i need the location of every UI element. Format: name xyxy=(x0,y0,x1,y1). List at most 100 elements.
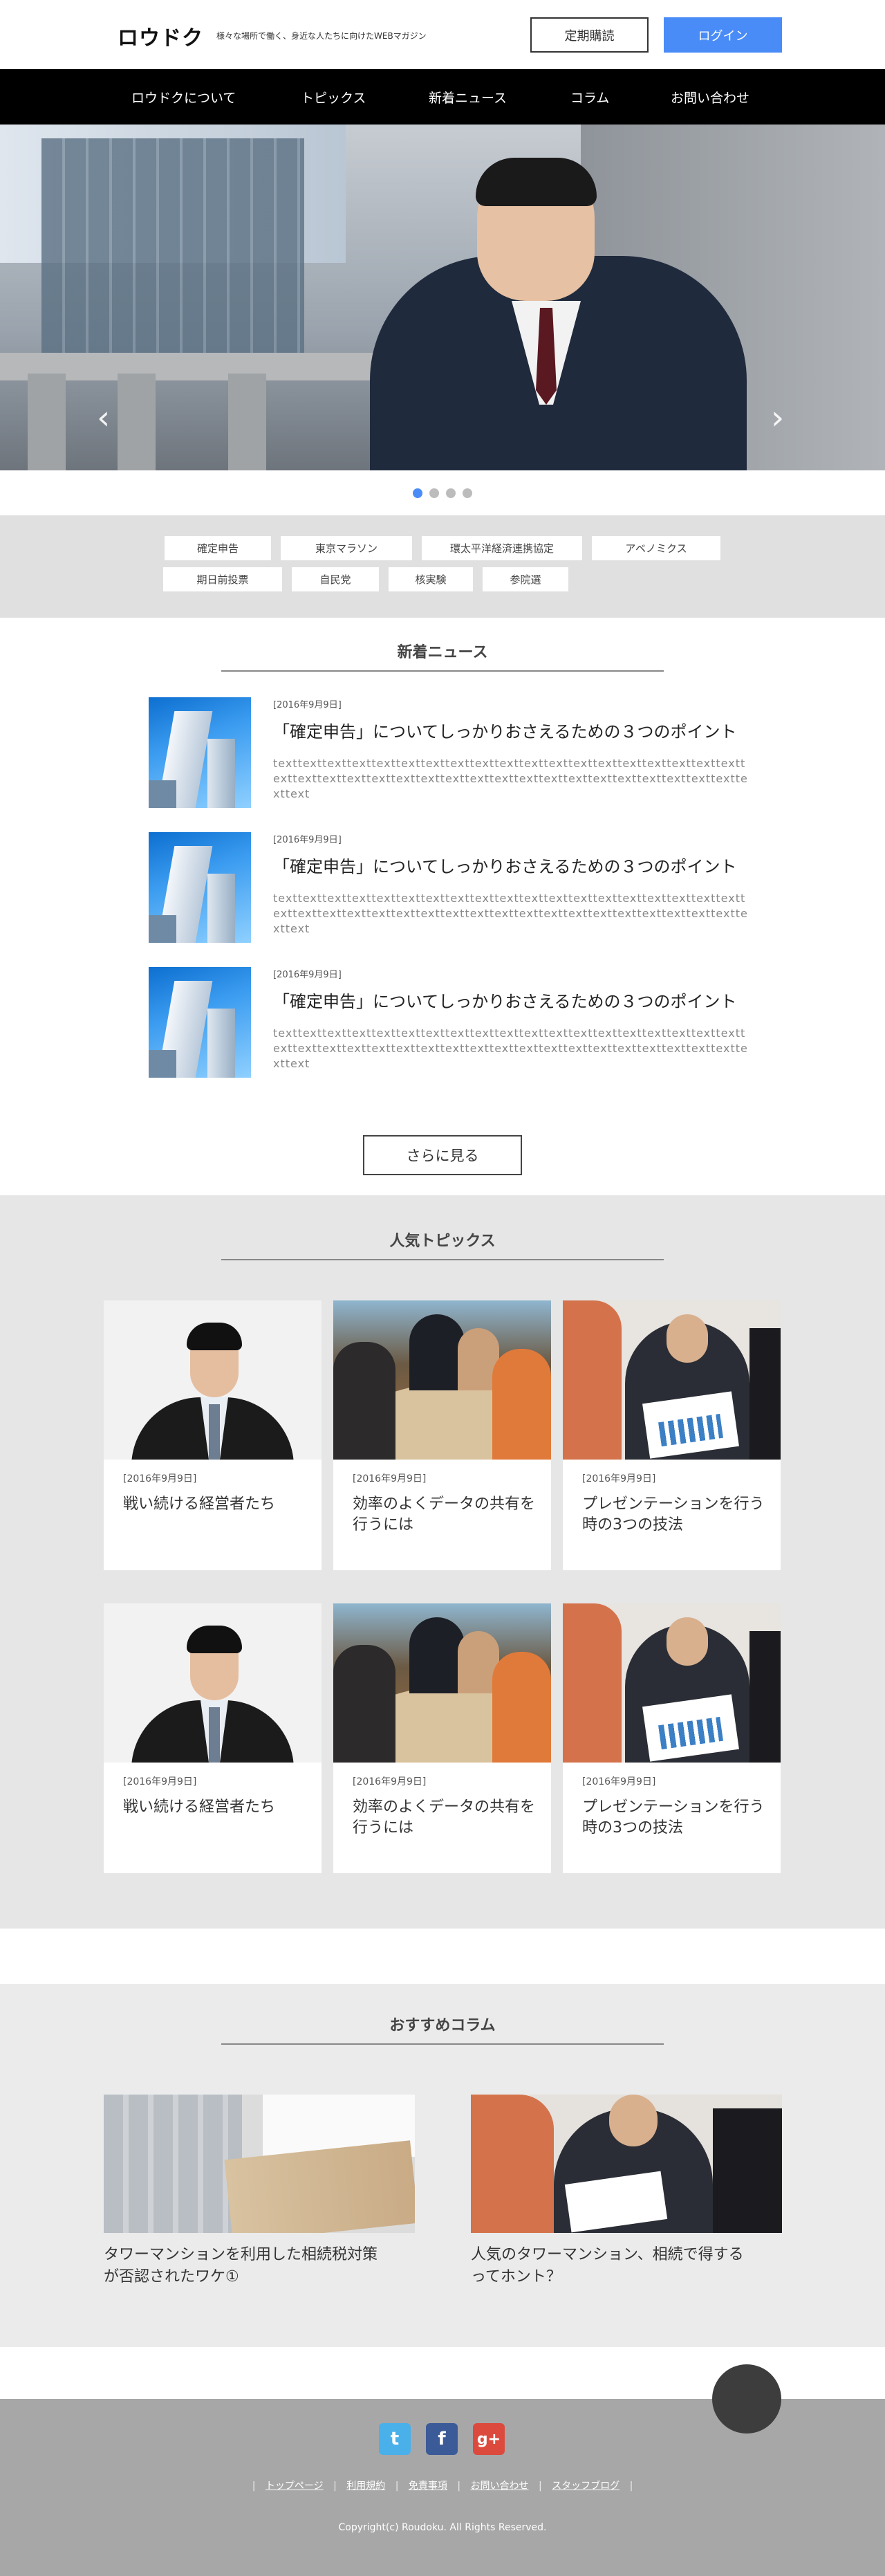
topic-card[interactable]: [2016年9月9日] 戦い続ける経営者たち xyxy=(104,1300,322,1570)
nav-item-contact[interactable]: お問い合わせ xyxy=(671,88,749,107)
news-title[interactable]: 「確定申告」についてしっかりおさえるための３つのポイント xyxy=(273,988,737,1012)
social-links: t f g+ xyxy=(379,2423,505,2455)
news-item[interactable]: [2016年9月9日] 「確定申告」についてしっかりおさえるための３つのポイント… xyxy=(149,967,750,1078)
site-logo[interactable]: ロウドク xyxy=(118,21,203,51)
keyword-tags: 確定申告 東京マラソン 環太平洋経済連携協定 アベノミクス 期日前投票 自民党 … xyxy=(0,515,885,618)
slider-dot[interactable] xyxy=(463,488,472,498)
slider-dot[interactable] xyxy=(446,488,456,498)
topic-date: [2016年9月9日] xyxy=(353,1776,427,1787)
site-header: ロウドク 様々な場所で働く、身近な人たちに向けたWEBマガジン 定期購読 ログイ… xyxy=(0,0,885,69)
hero-column xyxy=(228,374,266,470)
column-card[interactable]: 人気のタワーマンション、相続で得するってホント？ xyxy=(471,2095,782,2288)
topic-card[interactable]: [2016年9月9日] 戦い続ける経営者たち xyxy=(104,1603,322,1873)
topic-card[interactable]: [2016年9月9日] 効率のよくデータの共有を行うには xyxy=(333,1603,551,1873)
news-title[interactable]: 「確定申告」についてしっかりおさえるための３つのポイント xyxy=(273,853,737,877)
heading-divider xyxy=(221,2043,664,2045)
nav-item-about[interactable]: ロウドクについて xyxy=(131,88,301,107)
topic-date: [2016年9月9日] xyxy=(123,1776,197,1787)
topic-image[interactable] xyxy=(104,1300,322,1460)
tag[interactable]: アベノミクス xyxy=(592,536,720,560)
footer-links: | トップページ | 利用規約 | 免責事項 | お問い合わせ | スタッフブロ… xyxy=(252,2481,633,2492)
tag[interactable]: 参院選 xyxy=(483,567,568,591)
news-date: [2016年9月9日] xyxy=(273,835,342,845)
tag[interactable]: 核実験 xyxy=(389,567,473,591)
footer-link-top[interactable]: トップページ xyxy=(266,2481,324,2492)
footer-link-contact[interactable]: お問い合わせ xyxy=(470,2481,528,2492)
slider-next-icon[interactable]: › xyxy=(771,401,784,434)
news-thumbnail[interactable] xyxy=(149,832,251,943)
topic-image[interactable] xyxy=(333,1300,551,1460)
hero-column xyxy=(28,374,66,470)
columns-heading: おすすめコラム xyxy=(389,2017,496,2034)
heading-divider xyxy=(221,670,664,672)
topic-date: [2016年9月9日] xyxy=(582,1776,656,1787)
topic-image[interactable] xyxy=(104,1603,322,1763)
slider-dot[interactable] xyxy=(429,488,439,498)
twitter-icon[interactable]: t xyxy=(379,2423,411,2455)
news-excerpt: texttexttexttexttexttexttexttexttexttext… xyxy=(273,1027,748,1070)
column-image[interactable] xyxy=(471,2095,782,2233)
topic-date: [2016年9月9日] xyxy=(353,1473,427,1484)
tag[interactable]: 確定申告 xyxy=(165,536,271,560)
subscribe-button[interactable]: 定期購読 xyxy=(530,17,649,53)
recommended-columns-section: おすすめコラム タワーマンションを利用した相続税対策が否認されたワケ① 人気のタ… xyxy=(0,1984,885,2347)
topic-title[interactable]: 効率のよくデータの共有を行うには xyxy=(353,1494,539,1536)
nav-item-news[interactable]: 新着ニュース xyxy=(429,88,570,107)
more-news-button[interactable]: さらに見る xyxy=(363,1135,522,1175)
login-button[interactable]: ログイン xyxy=(664,17,782,53)
section-spacer xyxy=(0,1929,885,1984)
tag[interactable]: 期日前投票 xyxy=(163,567,282,591)
heading-divider xyxy=(221,1259,664,1260)
topic-title[interactable]: プレゼンテーションを行う時の3つの技法 xyxy=(582,1797,769,1839)
page-top-button[interactable] xyxy=(712,2364,781,2434)
hero-glass-building xyxy=(41,138,304,367)
hero-column xyxy=(118,374,156,470)
slider-dots xyxy=(0,470,885,515)
footer-link-terms[interactable]: 利用規約 xyxy=(346,2481,385,2492)
topic-title[interactable]: プレゼンテーションを行う時の3つの技法 xyxy=(582,1494,769,1536)
site-tagline: 様々な場所で働く、身近な人たちに向けたWEBマガジン xyxy=(216,31,427,41)
news-title[interactable]: 「確定申告」についてしっかりおさえるための３つのポイント xyxy=(273,718,737,742)
topic-image[interactable] xyxy=(333,1603,551,1763)
topics-heading: 人気トピックス xyxy=(389,1233,496,1250)
news-excerpt: texttexttexttexttexttexttexttexttexttext… xyxy=(273,892,748,935)
topic-image[interactable] xyxy=(563,1300,781,1460)
hero-hair xyxy=(476,158,597,206)
nav-item-column[interactable]: コラム xyxy=(570,88,671,107)
news-date: [2016年9月9日] xyxy=(273,970,342,980)
tag[interactable]: 環太平洋経済連携協定 xyxy=(422,536,582,560)
slider-dot-active[interactable] xyxy=(413,488,422,498)
news-heading: 新着ニュース xyxy=(397,644,488,661)
news-item[interactable]: [2016年9月9日] 「確定申告」についてしっかりおさえるための３つのポイント… xyxy=(149,832,750,943)
facebook-icon[interactable]: f xyxy=(426,2423,458,2455)
hero-slider: ‹ › xyxy=(0,125,885,470)
news-date: [2016年9月9日] xyxy=(273,700,342,710)
news-item[interactable]: [2016年9月9日] 「確定申告」についてしっかりおさえるための３つのポイント… xyxy=(149,697,750,808)
topic-image[interactable] xyxy=(563,1603,781,1763)
slider-prev-icon[interactable]: ‹ xyxy=(97,401,110,434)
column-card[interactable]: タワーマンションを利用した相続税対策が否認されたワケ① xyxy=(104,2095,415,2288)
topic-title[interactable]: 戦い続ける経営者たち xyxy=(123,1797,310,1818)
main-nav: ロウドクについて トピックス 新着ニュース コラム お問い合わせ xyxy=(0,69,885,125)
topic-title[interactable]: 効率のよくデータの共有を行うには xyxy=(353,1797,539,1839)
topic-card[interactable]: [2016年9月9日] プレゼンテーションを行う時の3つの技法 xyxy=(563,1603,781,1873)
topic-title[interactable]: 戦い続ける経営者たち xyxy=(123,1494,310,1515)
column-title[interactable]: タワーマンションを利用した相続税対策が否認されたワケ① xyxy=(104,2244,380,2288)
nav-item-topics[interactable]: トピックス xyxy=(301,88,429,107)
googleplus-icon[interactable]: g+ xyxy=(473,2423,505,2455)
tag[interactable]: 東京マラソン xyxy=(281,536,412,560)
topic-card[interactable]: [2016年9月9日] プレゼンテーションを行う時の3つの技法 xyxy=(563,1300,781,1570)
topic-card[interactable]: [2016年9月9日] 効率のよくデータの共有を行うには xyxy=(333,1300,551,1570)
tag[interactable]: 自民党 xyxy=(292,567,379,591)
news-section: 新着ニュース [2016年9月9日] 「確定申告」についてしっかりおさえるための… xyxy=(0,618,885,1195)
topic-date: [2016年9月9日] xyxy=(123,1473,197,1484)
tag-row: 期日前投票 自民党 核実験 参院選 xyxy=(0,567,885,591)
news-thumbnail[interactable] xyxy=(149,697,251,808)
column-image[interactable] xyxy=(104,2095,415,2233)
copyright: Copyright(c) Roudoku. All Rights Reserve… xyxy=(338,2522,547,2533)
column-title[interactable]: 人気のタワーマンション、相続で得するってホント？ xyxy=(471,2244,747,2288)
news-thumbnail[interactable] xyxy=(149,967,251,1078)
news-excerpt: texttexttexttexttexttexttexttexttexttext… xyxy=(273,757,748,800)
footer-link-disclaimer[interactable]: 免責事項 xyxy=(409,2481,447,2492)
footer-link-staff-blog[interactable]: スタッフブログ xyxy=(552,2481,620,2492)
